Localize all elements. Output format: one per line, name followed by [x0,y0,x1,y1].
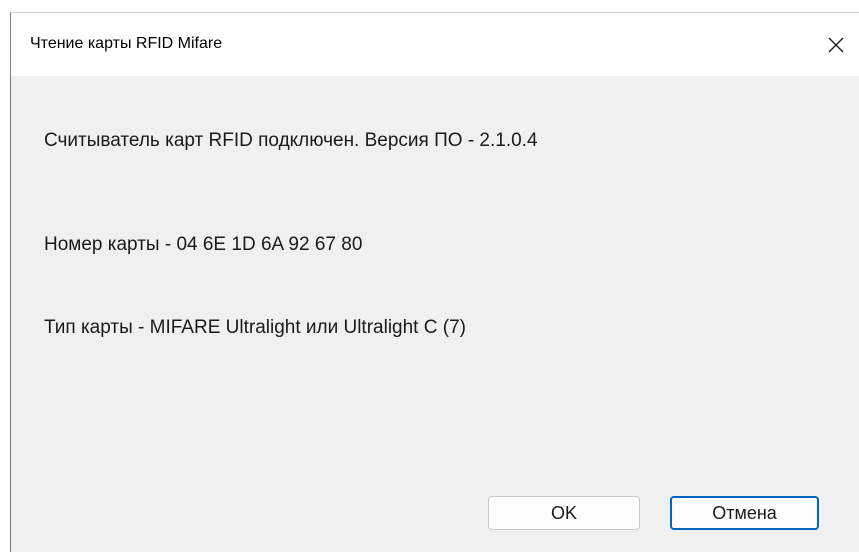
close-icon [828,37,844,53]
dialog-content: Считыватель карт RFID подключен. Версия … [11,76,859,552]
close-button[interactable] [813,13,859,76]
card-number-text: Номер карты - 04 6E 1D 6A 92 67 80 [44,234,363,255]
cancel-button[interactable]: Отмена [670,496,819,530]
dialog-title: Чтение карты RFID Mifare [30,35,223,52]
rfid-read-dialog: Чтение карты RFID Mifare Считыватель кар… [10,12,859,552]
card-type-text: Тип карты - MIFARE Ultralight или Ultral… [44,317,466,338]
dialog-titlebar[interactable]: Чтение карты RFID Mifare [11,13,859,76]
ok-button[interactable]: OK [488,496,640,530]
reader-status-text: Считыватель карт RFID подключен. Версия … [44,130,538,151]
